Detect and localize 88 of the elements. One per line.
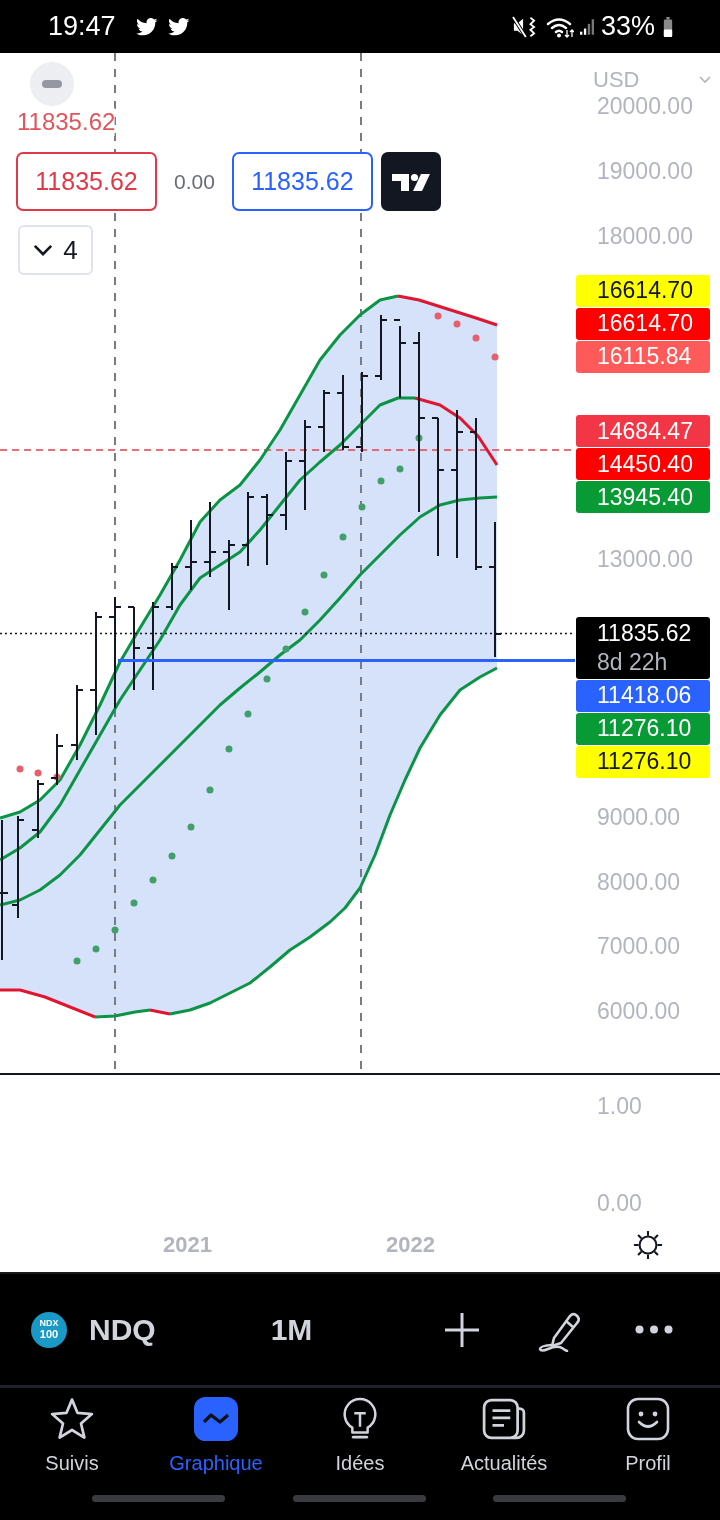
- indicator-dot: [53, 773, 61, 781]
- ask-price-button[interactable]: 11835.62: [231, 152, 373, 211]
- price-axis-label: 19000.00: [597, 158, 693, 184]
- indicator-dot: [377, 477, 385, 485]
- symbol-logo: NDX 100: [31, 1311, 67, 1348]
- chevron-down-icon: [699, 76, 711, 84]
- indicator-dot: [111, 926, 119, 934]
- indicator-dot: [263, 675, 271, 683]
- indicator-dot: [339, 533, 347, 541]
- indicator-dot: [206, 786, 214, 794]
- bird-icon: [167, 17, 190, 36]
- indicator-dot: [73, 957, 81, 965]
- indicator-dot: [434, 312, 442, 320]
- bird-icon: [135, 17, 158, 36]
- time-axis-label: 2021: [163, 1232, 212, 1258]
- price-axis-label: 18000.00: [597, 222, 693, 249]
- indicator-dot: [472, 334, 480, 342]
- battery-percent: 33%: [600, 11, 655, 42]
- symbol-button[interactable]: NDQ: [89, 1312, 156, 1347]
- smiley-icon: [626, 1397, 670, 1441]
- chart-icon: [194, 1397, 238, 1441]
- signal-icon: [579, 17, 594, 36]
- indicator-dot: [34, 769, 42, 777]
- indicator-dot: [225, 745, 233, 753]
- indicator-dot: [415, 434, 423, 442]
- nav-tab[interactable]: Profil: [576, 1397, 720, 1475]
- indicator-dot: [130, 899, 138, 907]
- price-tag: 11418.06: [576, 679, 710, 712]
- indicator-dot: [282, 645, 290, 653]
- indicator-dot: [168, 852, 176, 860]
- sun-icon[interactable]: [633, 1230, 663, 1260]
- price-bar: [31, 779, 45, 839]
- indicator-dot: [491, 353, 499, 361]
- logo-icon[interactable]: [380, 152, 441, 211]
- price-tag: 14684.47: [576, 415, 710, 447]
- price-tag: 13945.40: [576, 481, 710, 513]
- indicator-dot: [92, 945, 100, 953]
- price-bar: [50, 733, 64, 786]
- chevron-down-icon: [33, 244, 54, 256]
- price-bar: [374, 314, 388, 381]
- price-tag: 16614.70: [576, 307, 710, 340]
- price-bar: [222, 539, 236, 611]
- nav-tab[interactable]: Suivis: [0, 1397, 144, 1475]
- price-tag: 11276.10: [576, 745, 710, 778]
- price-bar: [184, 519, 198, 591]
- price-axis-label: 6000.00: [597, 997, 681, 1024]
- nav-tab[interactable]: Actualités: [432, 1397, 576, 1475]
- price-text: 11835.62: [597, 618, 692, 648]
- spread-text: 0.00: [174, 169, 215, 194]
- interval-button[interactable]: 1M: [270, 1312, 313, 1347]
- price-axis-label: 7000.00: [597, 933, 681, 960]
- price-axis-label: 9000.00: [597, 804, 681, 830]
- minus-icon[interactable]: [30, 62, 74, 106]
- indicator-dot: [187, 823, 195, 831]
- bid-price-button[interactable]: 11835.62: [16, 152, 157, 211]
- price-tag: 14450.40: [576, 448, 710, 480]
- indicator-dot: [149, 876, 157, 884]
- more-icon[interactable]: [635, 1325, 674, 1334]
- indicator-axis-label: 1.00: [597, 1093, 642, 1119]
- nav-tab[interactable]: Graphique: [144, 1397, 288, 1475]
- price-tag: 16115.84: [576, 340, 710, 373]
- indicator-dot: [358, 503, 366, 511]
- battery-icon: [663, 15, 673, 38]
- mute-vibrate-icon: [511, 15, 536, 38]
- price-bar: [165, 562, 179, 611]
- price-axis-label: 20000.00: [597, 93, 693, 120]
- price-axis-label: 8000.00: [597, 868, 681, 895]
- price-axis-label: 13000.00: [597, 545, 693, 572]
- indicator-dot: [453, 320, 461, 328]
- price-tag: 16614.70: [576, 274, 710, 307]
- indicator-axis-label: 0.00: [597, 1190, 642, 1216]
- time-axis-label: 2022: [385, 1232, 435, 1258]
- indicators-toggle-button[interactable]: 4: [18, 225, 93, 275]
- price-tag: 11276.10: [576, 712, 710, 745]
- indicator-dot: [16, 765, 24, 773]
- indicator-dot: [244, 710, 252, 718]
- nav-tab[interactable]: Idées: [288, 1397, 432, 1475]
- indicator-dot: [396, 465, 404, 473]
- indicator-dot: [320, 571, 328, 579]
- price-bar: [317, 389, 331, 453]
- price-text: 11835.62: [17, 108, 116, 136]
- countdown-text: 8d 22h: [597, 647, 668, 677]
- star-icon: [50, 1397, 94, 1441]
- indicator-dot: [301, 608, 309, 616]
- plus-icon[interactable]: [444, 1311, 481, 1348]
- status-time: 19:47: [48, 11, 116, 42]
- wifi-icon: [545, 15, 574, 38]
- news-icon: [482, 1397, 526, 1441]
